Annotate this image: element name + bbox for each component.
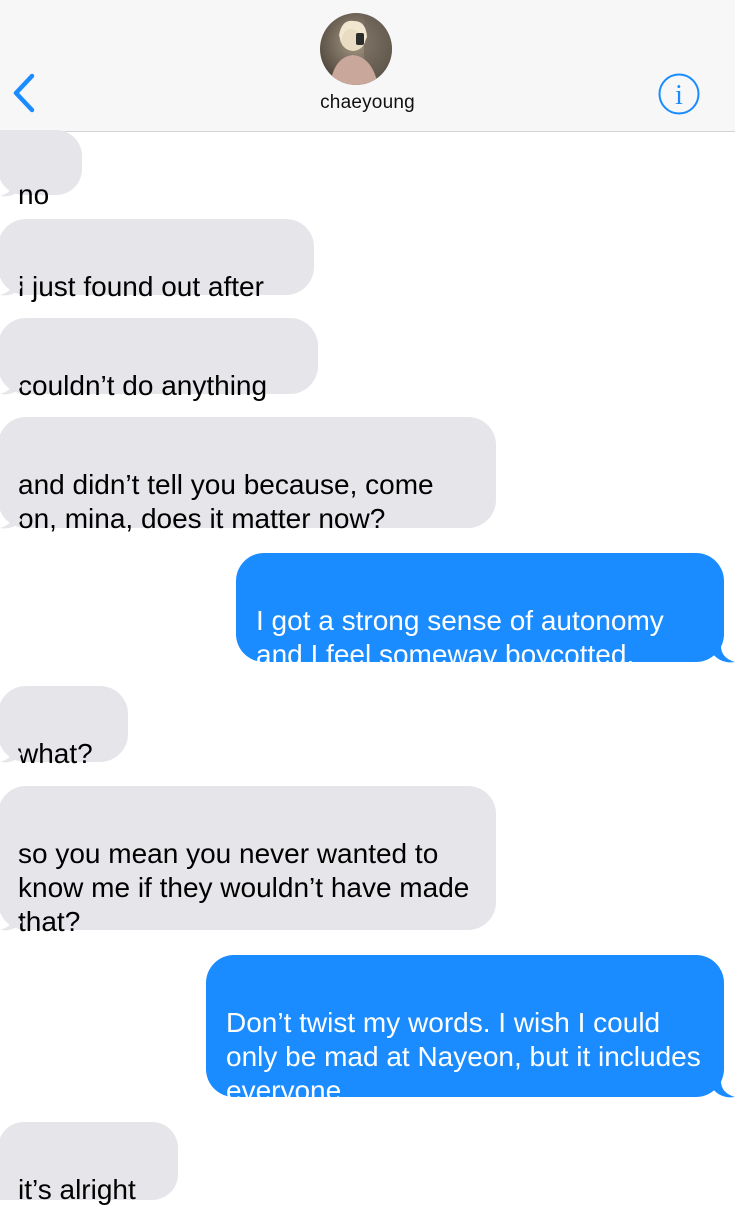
message-text: what? — [18, 738, 93, 769]
message-text: Don’t twist my words. I wish I could onl… — [226, 1007, 701, 1106]
bubble-tail — [713, 646, 735, 663]
message-text: it’s alright — [18, 1174, 136, 1205]
contact-avatar[interactable] — [320, 13, 392, 85]
message-text: so you mean you never wanted to know me … — [18, 838, 470, 937]
bubble-tail — [0, 279, 22, 296]
bubble-tail — [0, 746, 22, 763]
message-text: i just found out after — [18, 271, 264, 302]
incoming-message-bubble[interactable]: so you mean you never wanted to know me … — [0, 786, 496, 937]
incoming-message-bubble[interactable]: i just found out after — [0, 219, 314, 302]
bubble-tail — [0, 180, 22, 197]
incoming-message-bubble[interactable]: couldn’t do anything — [0, 318, 318, 401]
bubble-tail — [0, 914, 22, 931]
bubble-tail — [713, 1081, 735, 1098]
outgoing-message-bubble[interactable]: Don’t twist my words. I wish I could onl… — [206, 955, 724, 1106]
outgoing-message-bubble[interactable]: I got a strong sense of autonomy and I f… — [236, 553, 724, 670]
info-circle-icon: i — [658, 73, 700, 115]
svg-text:i: i — [675, 80, 683, 111]
contact-name[interactable]: chaeyoung — [0, 92, 735, 114]
bubble-tail — [0, 512, 22, 529]
incoming-message-bubble[interactable]: it’s alright — [0, 1122, 178, 1205]
info-button[interactable]: i — [657, 72, 701, 116]
message-text: I got a strong sense of autonomy and I f… — [256, 605, 664, 670]
incoming-message-bubble[interactable]: and didn’t tell you because, come on, mi… — [0, 417, 496, 534]
conversation-header: chaeyoung i — [0, 0, 735, 132]
message-text: and didn’t tell you because, come on, mi… — [18, 469, 434, 534]
message-text: no — [18, 179, 50, 210]
message-text: couldn’t do anything — [18, 370, 268, 401]
bubble-tail — [0, 378, 22, 395]
